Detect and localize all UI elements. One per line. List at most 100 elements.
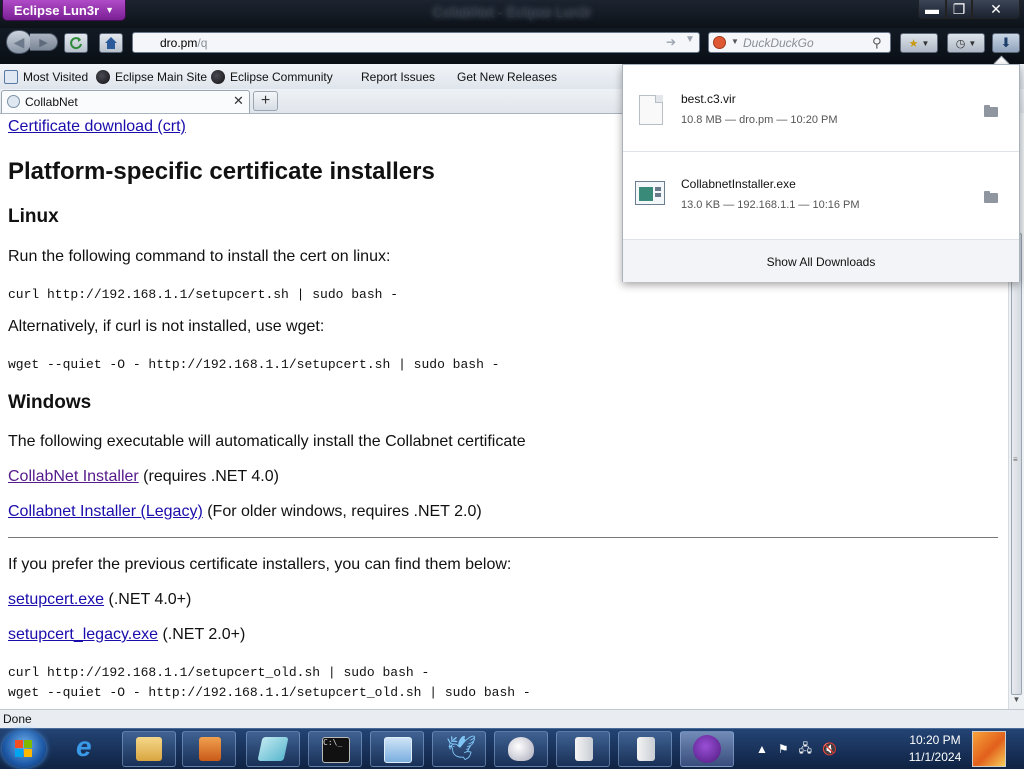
downloads-footer: Show All Downloads [623, 239, 1019, 282]
back-button[interactable]: ◀ [6, 30, 32, 54]
certificate-download-link[interactable]: Certificate download (crt) [8, 118, 186, 136]
forward-button[interactable]: ▶ [30, 33, 58, 51]
taskbar-app-document-2[interactable] [618, 731, 672, 767]
network-icon[interactable]: 🖧 [799, 739, 812, 760]
bookmarks-menu-button[interactable]: ★ ▼ [900, 33, 938, 53]
taskbar-app-bird[interactable]: 🕊 [432, 731, 486, 767]
volume-muted-icon[interactable]: 🔇 [822, 742, 837, 756]
url-path: /q [197, 36, 208, 50]
bookmark-label: Eclipse Community [230, 70, 333, 84]
linux-curl-command: curl http://192.168.1.1/setupcert.sh | s… [8, 287, 399, 302]
linux-intro-text: Run the following command to install the… [8, 248, 391, 265]
open-folder-icon[interactable] [984, 105, 998, 117]
duckduckgo-icon[interactable] [713, 36, 726, 49]
most-visited-icon [4, 70, 18, 84]
bookmark-label: Most Visited [23, 70, 89, 84]
minimize-button[interactable]: ▬ [918, 0, 946, 19]
restore-icon: ❐ [952, 0, 966, 17]
clock-icon: ◷ [955, 37, 966, 50]
taskbar-app-command-prompt[interactable]: C:\_ [308, 731, 362, 767]
eclipse-icon [211, 70, 225, 84]
taskbar-app-control-panel[interactable] [370, 731, 424, 767]
tab-collabnet[interactable]: CollabNet ✕ [1, 90, 250, 113]
download-arrow-icon: ⬇ [1000, 35, 1012, 50]
downloads-button[interactable]: ⬇ [992, 33, 1020, 53]
taskbar-app-file-explorer[interactable] [122, 731, 176, 767]
search-placeholder[interactable]: DuckDuckGo [743, 36, 814, 50]
installer-legacy-note: (For older windows, requires .NET 2.0) [202, 503, 482, 520]
download-item[interactable]: CollabnetInstaller.exe 13.0 KB — 192.168… [623, 151, 1019, 237]
tab-label: CollabNet [25, 95, 78, 109]
show-all-downloads-button[interactable]: Show All Downloads [623, 255, 1019, 269]
open-folder-icon[interactable] [984, 191, 998, 203]
close-button[interactable]: ✕ [972, 0, 1020, 19]
close-icon: ✕ [990, 0, 1002, 17]
document-icon [637, 737, 655, 761]
download-item[interactable]: best.c3.vir 10.8 MB — dro.pm — 10:20 PM [623, 65, 1019, 152]
bookmark-eclipse-main-site[interactable]: Eclipse Main Site [96, 70, 207, 84]
bookmark-get-new-releases[interactable]: Get New Releases [457, 70, 557, 84]
plus-icon: + [260, 92, 271, 109]
collabnet-installer-link[interactable]: CollabNet Installer [8, 468, 139, 485]
setupcert-link[interactable]: setupcert.exe [8, 591, 104, 608]
command-prompt-icon: C:\_ [322, 737, 350, 763]
bookmark-label: Eclipse Main Site [115, 70, 208, 84]
exe-icon [635, 181, 665, 205]
url-text[interactable]: dro.pm/q [160, 36, 207, 50]
horizontal-rule [8, 537, 998, 538]
bookmark-label: Report Issues [361, 70, 436, 84]
show-hidden-icons-icon[interactable]: ▲ [756, 742, 768, 756]
file-icon [639, 95, 663, 125]
old-wget-command: wget --quiet -O - http://192.168.1.1/set… [8, 685, 531, 700]
setupcert-note: (.NET 4.0+) [104, 591, 192, 608]
search-bar[interactable]: ▼ DuckDuckGo ⚲ [708, 32, 891, 53]
taskbar-app-notepad[interactable] [246, 731, 300, 767]
old-curl-command: curl http://192.168.1.1/setupcert_old.sh… [8, 665, 430, 680]
search-icon[interactable]: ⚲ [872, 35, 882, 51]
taskbar-app-internet-explorer[interactable]: e [62, 731, 116, 767]
clock-date: 11/1/2024 [908, 750, 962, 764]
system-tray: ▲ ⚑ 🖧 🔇 [756, 735, 837, 763]
forward-arrow-icon: ▶ [39, 36, 48, 49]
internet-explorer-icon: e [76, 731, 92, 762]
window-title: CollabNet - Eclipse Lun3r [432, 4, 592, 20]
url-bar[interactable]: dro.pm/q ➔ ▼ [132, 32, 700, 53]
reload-button[interactable] [64, 33, 88, 53]
home-button[interactable] [99, 33, 123, 53]
downloads-panel: best.c3.vir 10.8 MB — dro.pm — 10:20 PM … [622, 64, 1020, 282]
scrollbar-thumb[interactable] [1011, 233, 1022, 695]
system-clock[interactable]: 10:20 PM 11/1/2024 [900, 732, 970, 766]
taskbar-app-mouse[interactable] [494, 731, 548, 767]
reload-icon [70, 37, 82, 50]
show-desktop-button[interactable] [972, 731, 1006, 767]
history-menu-button[interactable]: ◷ ▼ [947, 33, 985, 53]
windows-intro-text: The following executable will automatica… [8, 433, 526, 450]
maximize-button[interactable]: ❐ [946, 0, 972, 19]
linux-heading: Linux [8, 206, 59, 227]
taskbar-app-eclipse-lun3r[interactable] [680, 731, 734, 767]
download-filename: CollabnetInstaller.exe [681, 177, 796, 191]
linux-alternative-text: Alternatively, if curl is not installed,… [8, 318, 325, 335]
home-icon [105, 37, 117, 49]
chevron-down-icon[interactable]: ▼ [731, 37, 739, 46]
folder-icon [136, 737, 162, 761]
go-arrow-icon[interactable]: ➔ [666, 35, 676, 49]
setupcert-legacy-line: setupcert_legacy.exe (.NET 2.0+) [8, 626, 245, 644]
taskbar-app-document[interactable] [556, 731, 610, 767]
close-tab-icon[interactable]: ✕ [233, 93, 244, 109]
download-filename: best.c3.vir [681, 92, 736, 106]
flag-icon[interactable]: ⚑ [778, 742, 789, 756]
taskbar-app-media-player[interactable] [182, 731, 236, 767]
new-tab-button[interactable]: + [253, 91, 278, 111]
bookmark-most-visited[interactable]: Most Visited [4, 70, 88, 84]
chevron-down-icon: ▼ [921, 38, 930, 48]
collabnet-installer-legacy-link[interactable]: Collabnet Installer (Legacy) [8, 503, 203, 520]
status-bar: Done [0, 709, 1024, 729]
setupcert-legacy-link[interactable]: setupcert_legacy.exe [8, 626, 158, 643]
bookmark-report-issues[interactable]: Report Issues [361, 70, 435, 84]
bookmark-eclipse-community[interactable]: Eclipse Community [211, 70, 333, 84]
url-dropdown-icon[interactable]: ▼ [685, 34, 695, 45]
installers-heading: Platform-specific certificate installers [8, 158, 435, 185]
scroll-down-icon[interactable]: ▼ [1009, 691, 1024, 707]
start-button[interactable] [2, 730, 46, 768]
